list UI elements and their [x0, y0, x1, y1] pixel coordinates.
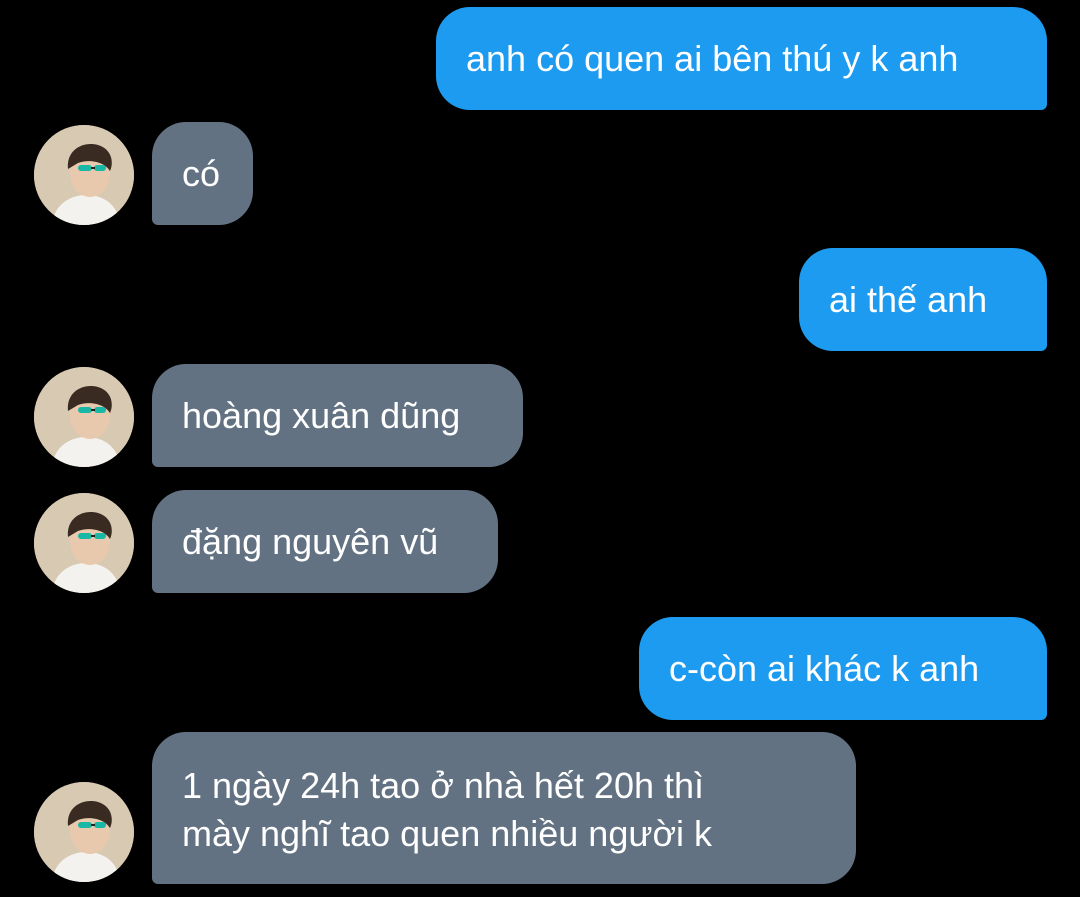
sent-message-bubble[interactable]: ai thế anh: [799, 248, 1047, 351]
user-avatar-icon: [34, 493, 134, 593]
sent-message-bubble[interactable]: c-còn ai khác k anh: [639, 617, 1047, 720]
avatar[interactable]: [34, 493, 134, 593]
user-avatar-icon: [34, 125, 134, 225]
user-avatar-icon: [34, 782, 134, 882]
avatar[interactable]: [34, 125, 134, 225]
message-text: hoàng xuân dũng: [182, 394, 461, 436]
sent-message-bubble[interactable]: anh có quen ai bên thú y k anh: [436, 7, 1047, 110]
avatar[interactable]: [34, 782, 134, 882]
message-text: có: [182, 152, 221, 194]
received-message-bubble[interactable]: đặng nguyên vũ: [152, 490, 498, 593]
message-text: 1 ngày 24h tao ở nhà hết 20h thì mày ngh…: [182, 765, 713, 854]
user-avatar-icon: [34, 367, 134, 467]
avatar[interactable]: [34, 367, 134, 467]
message-text: c-còn ai khác k anh: [669, 647, 980, 689]
message-text: ai thế anh: [829, 278, 988, 320]
message-text: đặng nguyên vũ: [182, 520, 439, 562]
received-message-bubble[interactable]: hoàng xuân dũng: [152, 364, 523, 467]
received-message-bubble[interactable]: có: [152, 122, 253, 225]
message-text: anh có quen ai bên thú y k anh: [466, 37, 959, 79]
received-message-bubble[interactable]: 1 ngày 24h tao ở nhà hết 20h thì mày ngh…: [152, 732, 856, 884]
